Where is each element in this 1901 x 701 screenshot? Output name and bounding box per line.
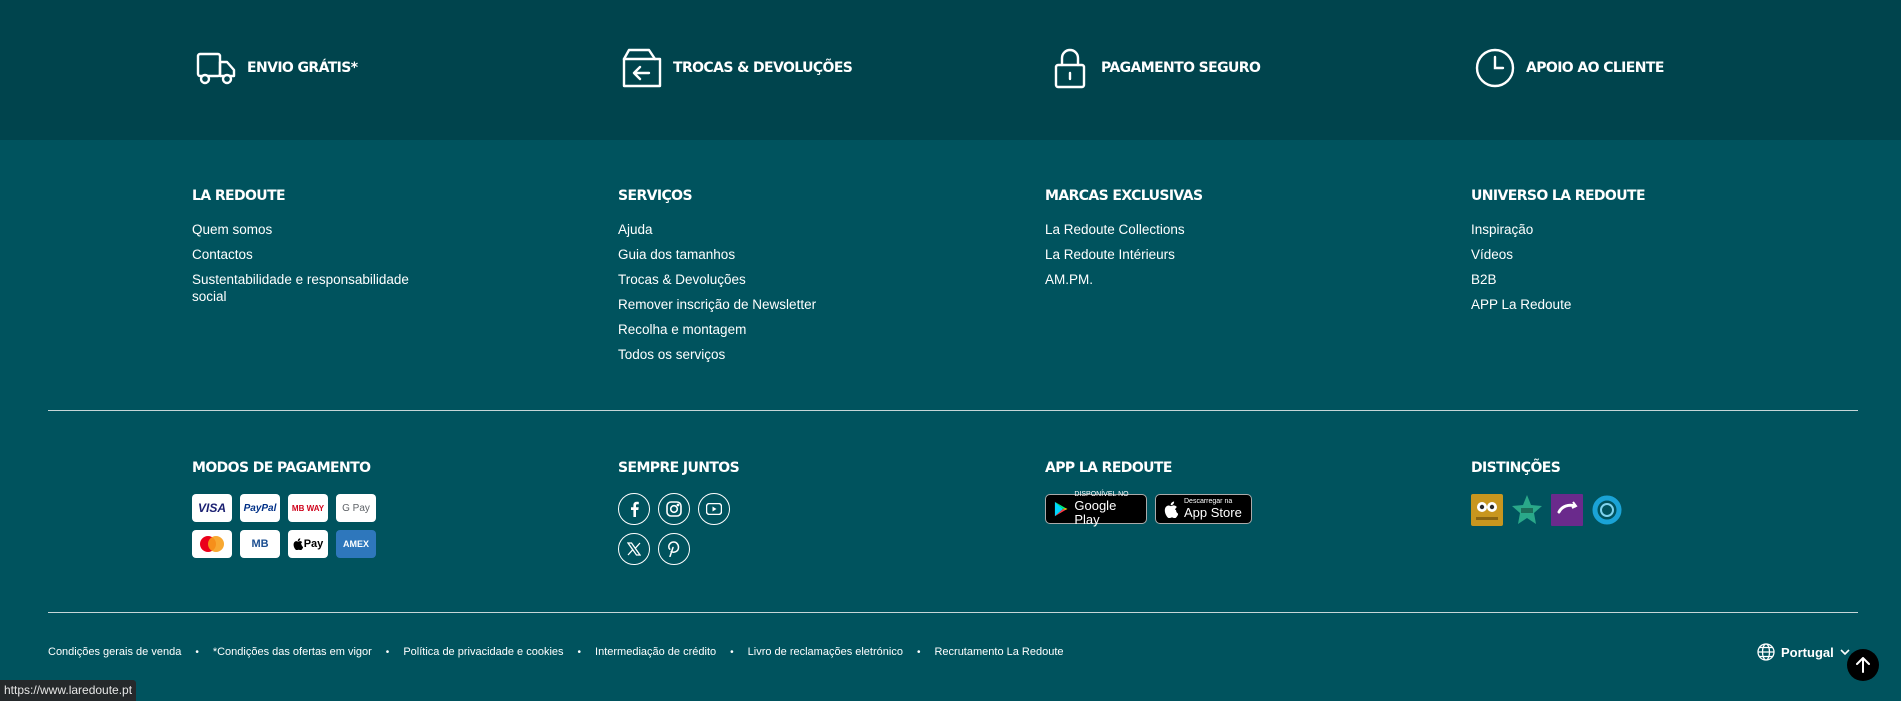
country-selector[interactable]: Portugal: [1757, 643, 1850, 661]
footer-link[interactable]: APP La Redoute: [1471, 296, 1701, 313]
app-store-text: App Store: [1184, 505, 1242, 520]
paypal-icon: PayPal: [240, 494, 280, 522]
x-icon[interactable]: [618, 533, 650, 565]
visa-icon: VISA: [192, 494, 232, 522]
footer-link[interactable]: Sustentabilidade e responsabilidade soci…: [192, 271, 422, 305]
award-badge-reviews-icon: [1471, 494, 1503, 526]
facebook-icon[interactable]: [618, 493, 650, 525]
amex-icon: AMEX: [336, 530, 376, 558]
column-links-marcas-exclusivas: La Redoute Collections La Redoute Intéri…: [1045, 221, 1275, 296]
back-to-top-button[interactable]: [1847, 649, 1879, 681]
benefit-label: TROCAS & DEVOLUÇÕES: [673, 60, 853, 76]
footer-link[interactable]: B2B: [1471, 271, 1701, 288]
column-links-servicos: Ajuda Guia dos tamanhos Trocas & Devoluç…: [618, 221, 878, 371]
google-play-icon: [1054, 501, 1068, 517]
column-links-universo: Inspiração Vídeos B2B APP La Redoute: [1471, 221, 1701, 321]
benefit-label: PAGAMENTO SEGURO: [1101, 60, 1261, 76]
legal-link-complaints[interactable]: Livro de reclamações eletrónico: [748, 646, 903, 658]
benefit-label: ENVIO GRÁTIS*: [247, 60, 358, 76]
legal-link-credit[interactable]: Intermediação de crédito: [595, 646, 716, 658]
separator-dot: •: [577, 646, 582, 658]
legal-link-careers[interactable]: Recrutamento La Redoute: [934, 646, 1063, 658]
column-title-servicos: SERVIÇOS: [618, 188, 693, 204]
award-badge-consumer-icon: [1551, 494, 1583, 526]
benefit-customer-support[interactable]: APOIO AO CLIENTE: [1474, 46, 1664, 90]
arrow-up-icon: [1856, 657, 1870, 673]
instagram-icon[interactable]: [658, 493, 690, 525]
footer-link[interactable]: Todos os serviços: [618, 346, 878, 363]
footer-link[interactable]: Quem somos: [192, 221, 422, 238]
divider: [48, 410, 1858, 411]
apple-icon: [1164, 501, 1178, 518]
footer-link[interactable]: La Redoute Collections: [1045, 221, 1275, 238]
footer-link[interactable]: Inspiração: [1471, 221, 1701, 238]
google-pay-icon: G Pay: [336, 494, 376, 522]
footer-link[interactable]: Guia dos tamanhos: [618, 246, 878, 263]
benefit-secure-payment[interactable]: PAGAMENTO SEGURO: [1049, 46, 1261, 90]
footer-link[interactable]: Recolha e montagem: [618, 321, 878, 338]
column-links-la-redoute: Quem somos Contactos Sustentabilidade e …: [192, 221, 422, 313]
footer-link[interactable]: AM.PM.: [1045, 271, 1275, 288]
chevron-down-icon: [1840, 649, 1850, 655]
footer-link[interactable]: La Redoute Intérieurs: [1045, 246, 1275, 263]
truck-icon: [196, 52, 236, 85]
multibanco-icon: MB: [240, 530, 280, 558]
column-title-universo: UNIVERSO LA REDOUTE: [1471, 188, 1646, 204]
social-links: [618, 493, 730, 565]
legal-link-terms[interactable]: Condições gerais de venda: [48, 646, 181, 658]
footer-link[interactable]: Trocas & Devoluções: [618, 271, 878, 288]
apple-pay-icon: Pay: [288, 530, 328, 558]
globe-icon: [1757, 643, 1775, 661]
footer-link[interactable]: Ajuda: [618, 221, 878, 238]
separator-dot: •: [385, 646, 390, 658]
benefit-label: APOIO AO CLIENTE: [1526, 60, 1664, 76]
padlock-icon: [1054, 48, 1086, 89]
footer-link[interactable]: Vídeos: [1471, 246, 1701, 263]
footer-link[interactable]: Contactos: [192, 246, 422, 263]
youtube-icon[interactable]: [698, 493, 730, 525]
award-badge-ring-icon: [1592, 495, 1622, 525]
country-label: Portugal: [1781, 644, 1834, 660]
separator-dot: •: [730, 646, 734, 658]
award-badge-star-icon: [1512, 495, 1542, 524]
app-store-badge[interactable]: Descarregar na App Store: [1155, 494, 1252, 524]
clock-icon: [1475, 48, 1515, 88]
benefit-free-shipping[interactable]: ENVIO GRÁTIS*: [195, 46, 358, 90]
footer-link[interactable]: Remover inscrição de Newsletter: [618, 296, 878, 313]
google-play-text: Google Play: [1074, 498, 1117, 527]
column-title-la-redoute: LA REDOUTE: [192, 188, 286, 204]
google-play-badge[interactable]: DISPONÍVEL NO Google Play: [1045, 491, 1147, 527]
mbway-icon: MB WAY: [288, 494, 328, 522]
social-title: SEMPRE JUNTOS: [618, 460, 740, 476]
separator-dot: •: [195, 646, 199, 658]
awards-title: DISTINÇÕES: [1471, 460, 1561, 476]
separator-dot: •: [916, 646, 921, 658]
column-title-marcas-exclusivas: MARCAS EXCLUSIVAS: [1045, 188, 1203, 204]
return-box-icon: [622, 48, 662, 88]
legal-links: Condições gerais de venda • *Condições d…: [48, 646, 1064, 658]
browser-status-url: https://www.laredoute.pt: [0, 680, 137, 701]
payment-methods: VISA PayPal MB WAY G Pay MB Pay AMEX: [192, 494, 376, 558]
benefit-returns[interactable]: TROCAS & DEVOLUÇÕES: [621, 46, 853, 90]
divider: [48, 612, 1858, 613]
legal-link-offers[interactable]: *Condições das ofertas em vigor: [213, 646, 372, 658]
legal-link-privacy[interactable]: Política de privacidade e cookies: [403, 646, 563, 658]
mastercard-icon: [192, 530, 232, 558]
benefits-band: ENVIO GRÁTIS* TROCAS & DEVOLUÇÕES PAGAME…: [0, 0, 1901, 140]
payments-title: MODOS DE PAGAMENTO: [192, 460, 371, 476]
pinterest-icon[interactable]: [658, 533, 690, 565]
app-title: APP LA REDOUTE: [1045, 460, 1172, 476]
